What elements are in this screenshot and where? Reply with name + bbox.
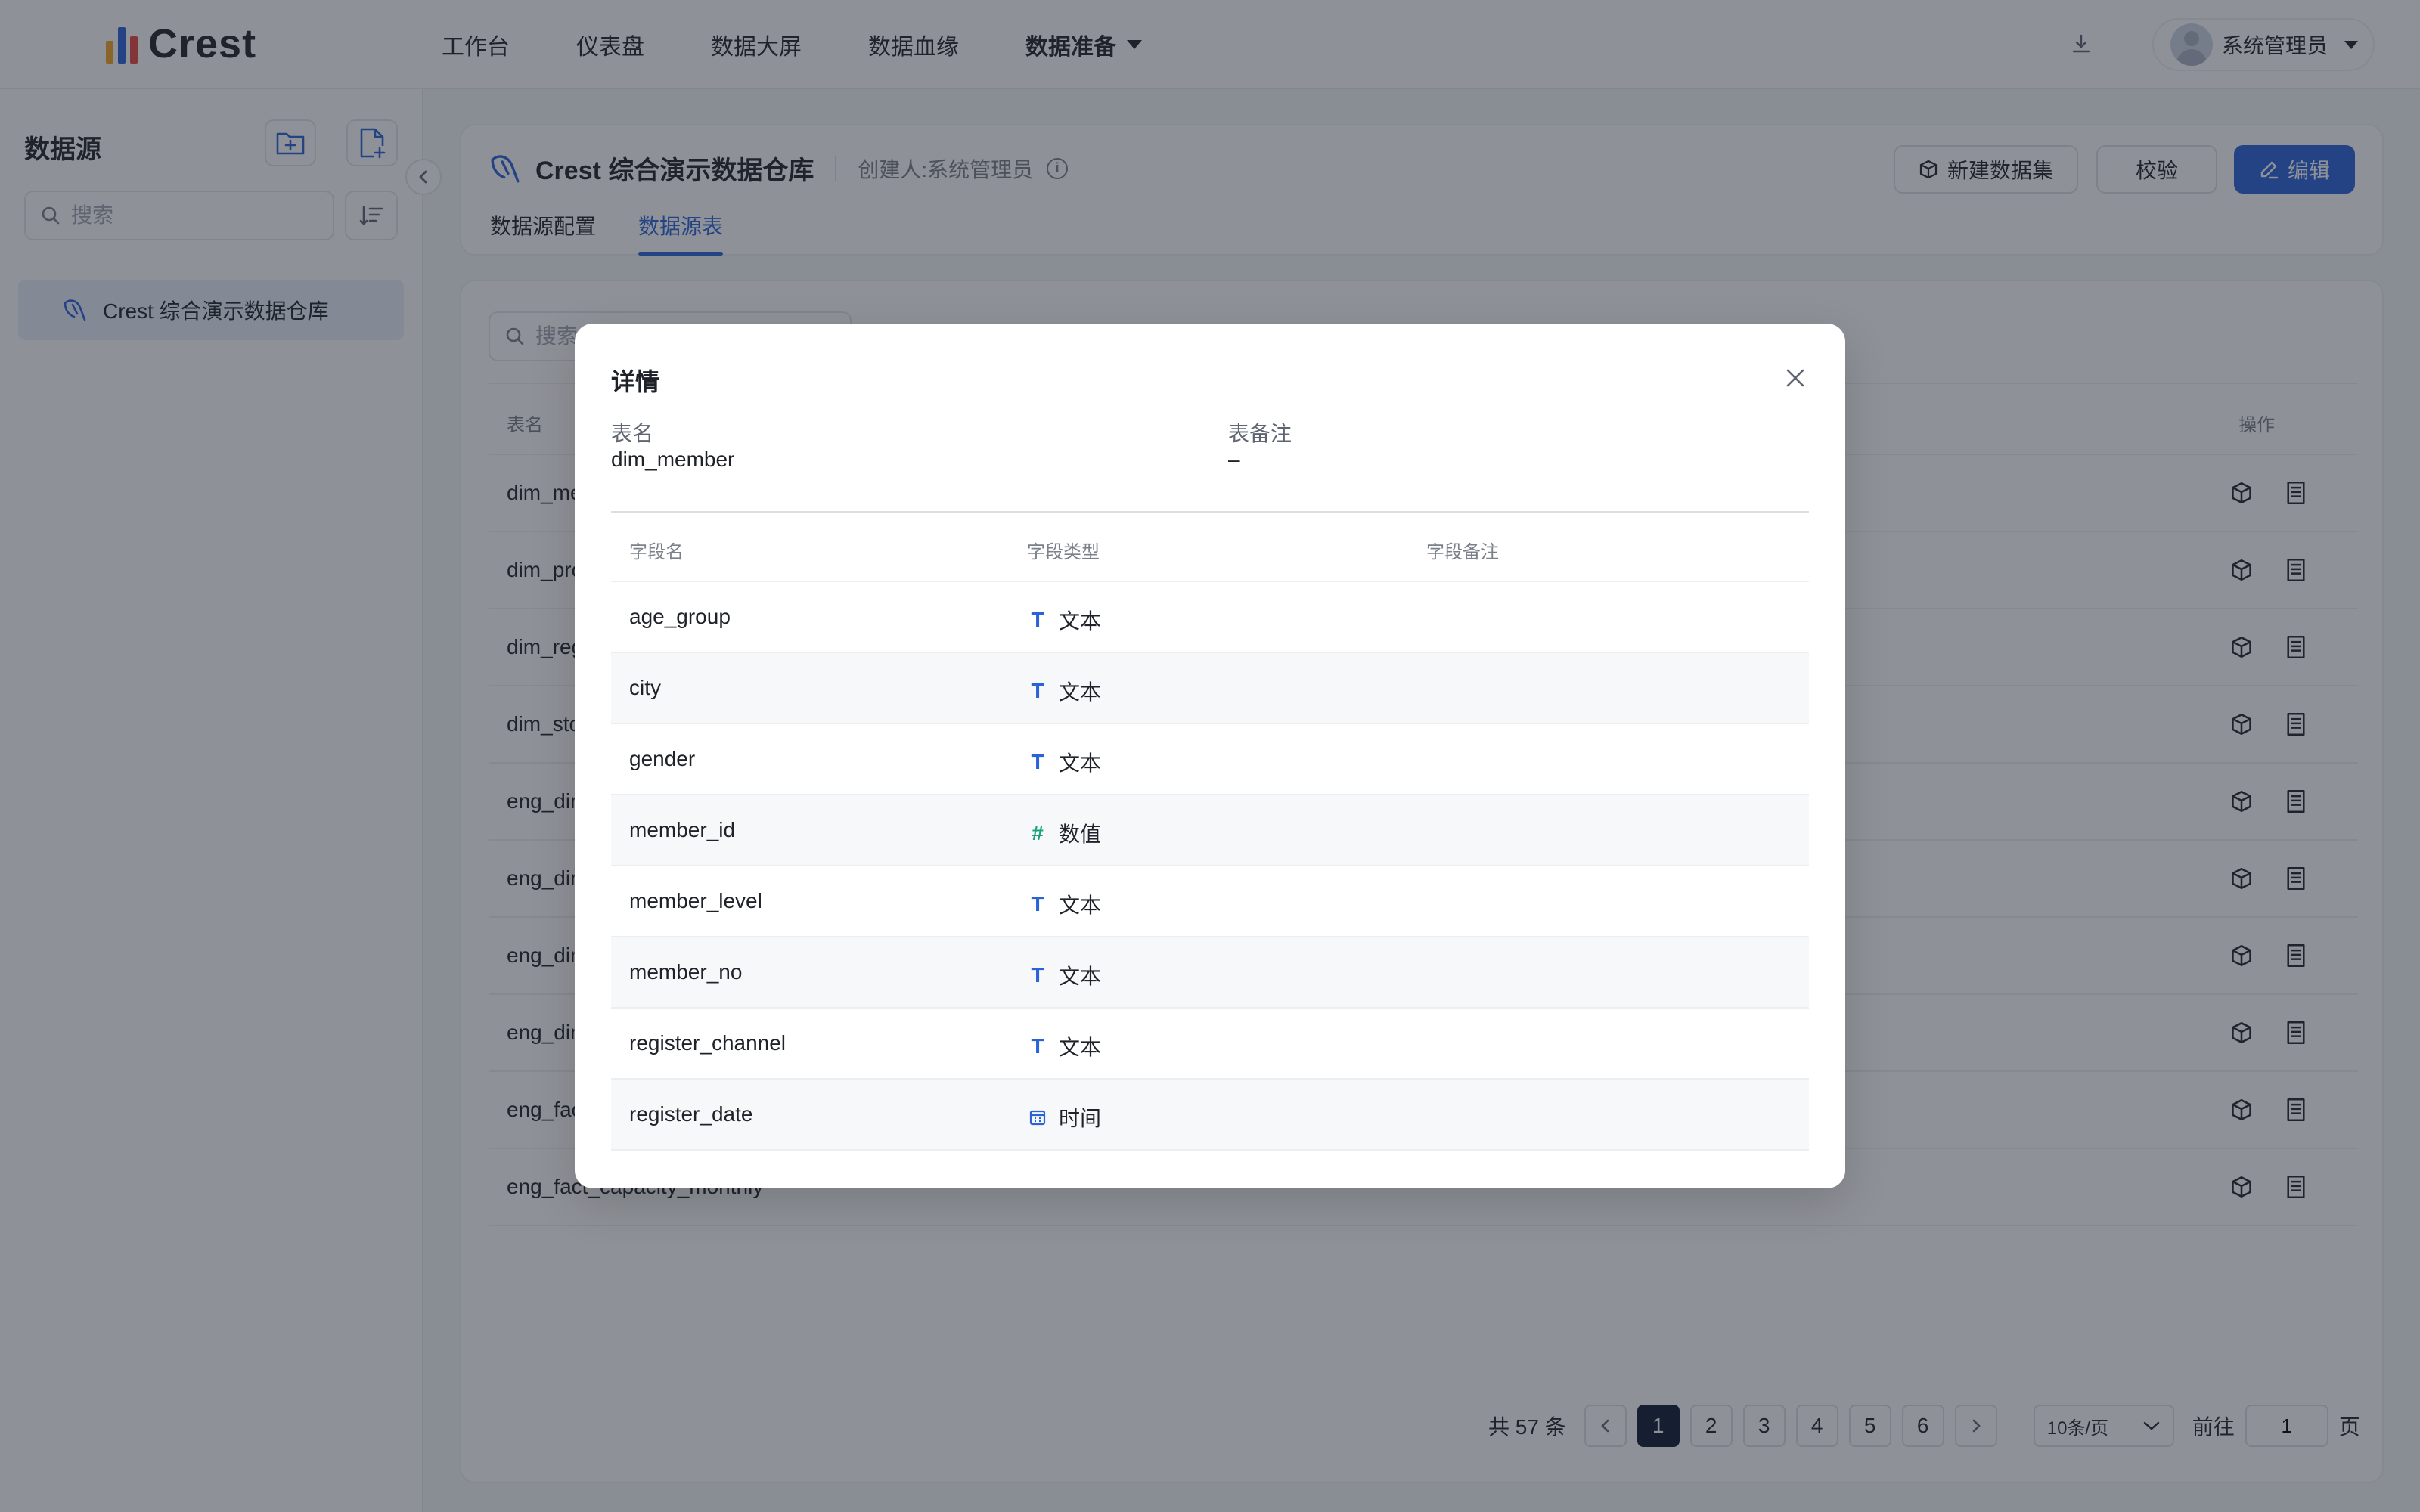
field-type: T 文本 — [1027, 605, 1101, 635]
modal-title: 详情 — [611, 368, 660, 395]
field-type-label: 数值 — [1059, 823, 1102, 846]
close-icon — [1786, 369, 1804, 387]
field-type: T 文本 — [1027, 676, 1101, 706]
detail-modal: 详情 表名 dim_member 表备注 – 字段名 字段类型 字段备注 age… — [575, 324, 1845, 1188]
text-type-icon: T — [1031, 1034, 1044, 1058]
field-row: city T 文本 — [611, 653, 1809, 724]
text-type-icon: T — [1031, 750, 1044, 773]
field-type-label: 文本 — [1059, 609, 1102, 633]
field-name: member_no — [629, 960, 743, 984]
field-name: member_level — [629, 889, 762, 912]
column-header-remark: 字段备注 — [1426, 542, 1499, 562]
field-table-header: 字段名 字段类型 字段备注 — [611, 511, 1809, 582]
text-type-icon: T — [1031, 963, 1044, 987]
field-name: member_id — [629, 818, 736, 841]
field-name: register_channel — [629, 1031, 786, 1055]
field-name: city — [629, 676, 661, 699]
field-name: gender — [629, 747, 696, 770]
field-type-label: 文本 — [1059, 894, 1102, 917]
field-type: 时间 — [1027, 1102, 1101, 1132]
field-type: # 数值 — [1027, 818, 1101, 848]
field-type-label: 文本 — [1059, 965, 1102, 988]
table-remark-label: 表备注 — [1228, 422, 1292, 445]
field-row: register_date 时间 — [611, 1080, 1809, 1151]
column-header-field: 字段名 — [629, 542, 684, 562]
field-name: register_date — [629, 1102, 753, 1126]
field-type-label: 文本 — [1059, 680, 1102, 704]
text-type-icon: T — [1031, 608, 1044, 631]
field-type: T 文本 — [1027, 889, 1101, 919]
calendar-icon — [1027, 1107, 1048, 1128]
field-type-label: 文本 — [1059, 1036, 1102, 1059]
field-type-label: 时间 — [1059, 1107, 1102, 1130]
field-type: T 文本 — [1027, 747, 1101, 777]
field-row: member_level T 文本 — [611, 866, 1809, 937]
table-name-value: dim_member — [611, 448, 735, 471]
field-name: age_group — [629, 605, 731, 628]
table-remark-value: – — [1228, 448, 1240, 471]
field-row: age_group T 文本 — [611, 582, 1809, 653]
close-button[interactable] — [1779, 361, 1812, 395]
field-row: member_no T 文本 — [611, 937, 1809, 1009]
field-type: T 文本 — [1027, 1031, 1101, 1061]
field-type: T 文本 — [1027, 960, 1101, 990]
text-type-icon: T — [1031, 679, 1044, 702]
number-type-icon: # — [1032, 821, 1044, 844]
field-row: register_channel T 文本 — [611, 1009, 1809, 1080]
field-row: gender T 文本 — [611, 724, 1809, 795]
field-table: 字段名 字段类型 字段备注 age_group T 文本 city T 文本 gender T… — [611, 511, 1809, 1151]
field-type-label: 文本 — [1059, 751, 1102, 775]
text-type-icon: T — [1031, 892, 1044, 916]
table-name-label: 表名 — [611, 422, 654, 445]
column-header-type: 字段类型 — [1027, 542, 1100, 562]
field-row: member_id # 数值 — [611, 795, 1809, 866]
